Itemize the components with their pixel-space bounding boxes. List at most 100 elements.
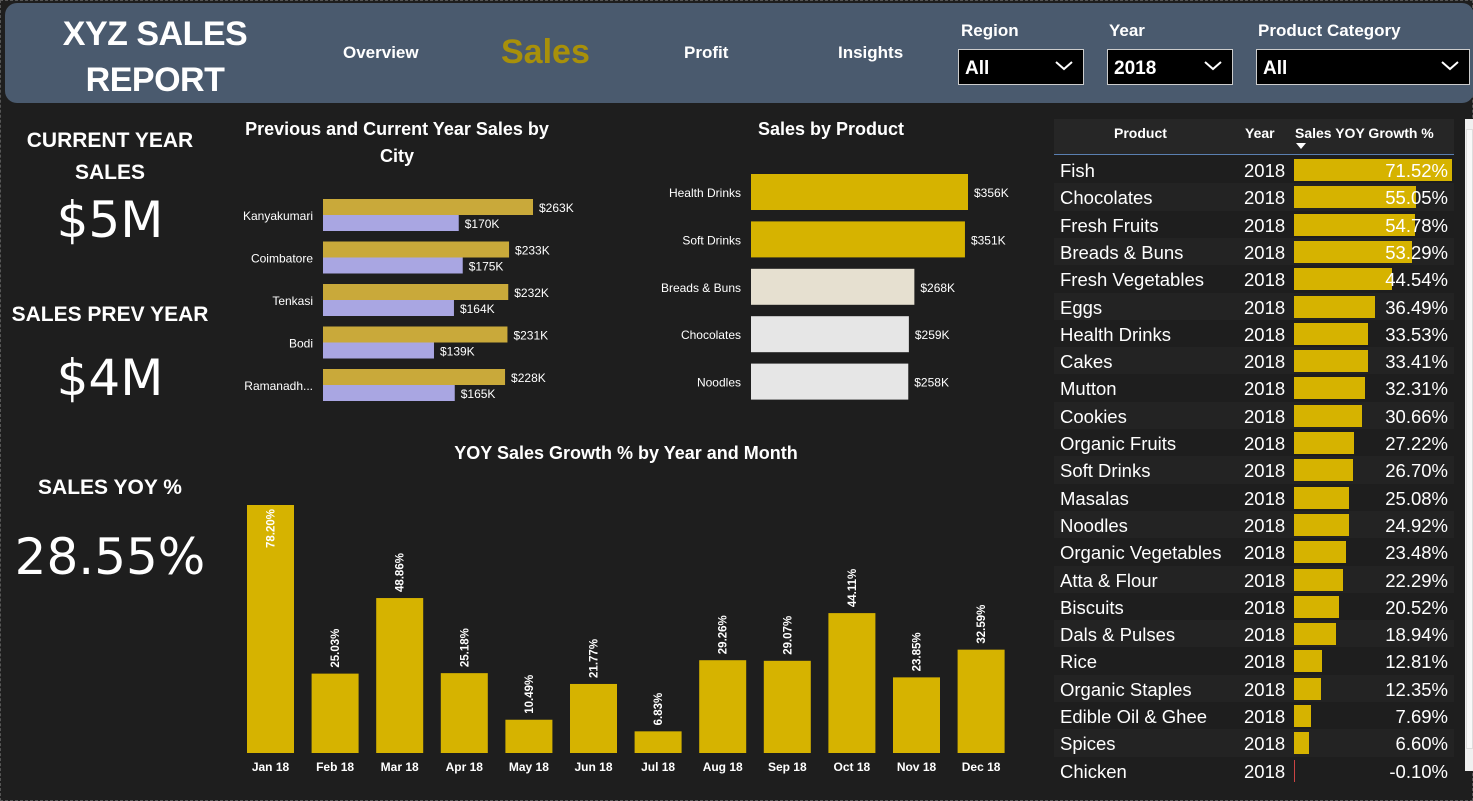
table-row[interactable]: Rice 2018 12.81%	[1054, 647, 1454, 674]
city-label: Bodi	[289, 337, 313, 351]
table-row[interactable]: Mutton 2018 32.31%	[1054, 374, 1454, 401]
city-current-bar	[323, 241, 510, 258]
product-cell: Chocolates	[1060, 187, 1153, 209]
table-row[interactable]: Chocolates 2018 55.05%	[1054, 183, 1454, 211]
month-data-label: 23.85%	[912, 632, 924, 671]
region-dropdown[interactable]: All	[958, 49, 1084, 85]
growth-cell: 24.92%	[1385, 514, 1448, 536]
header-bar: XYZ SALES REPORT Overview Sales Profit I…	[5, 3, 1473, 103]
table-row[interactable]: Breads & Buns 2018 53.29%	[1054, 237, 1454, 266]
current-year-sales-label-line2: SALES	[74, 161, 145, 184]
table-row[interactable]: Fresh Vegetables 2018 44.54%	[1054, 265, 1454, 292]
growth-cell: 22.29%	[1385, 569, 1448, 591]
city-label: Coimbatore	[251, 252, 313, 266]
table-row[interactable]: Fish 2018 71.52%	[1054, 156, 1454, 183]
table-scrollbar[interactable]	[1465, 119, 1473, 771]
growth-data-bar	[1294, 541, 1346, 564]
city-prev-bar	[323, 342, 434, 359]
sort-desc-icon[interactable]	[1296, 143, 1306, 150]
city-chart-title-line2: City	[379, 146, 414, 166]
table-row[interactable]: Atta & Flour 2018 22.29%	[1054, 565, 1454, 593]
month-tick-label: Apr 18	[446, 760, 484, 774]
chevron-down-icon	[1055, 61, 1073, 71]
month-bar	[763, 660, 811, 753]
table-row[interactable]: Eggs 2018 36.49%	[1054, 292, 1454, 320]
product-growth-table: Product Year Sales YOY Growth % Fish 2018…	[1054, 119, 1454, 783]
growth-data-bar	[1294, 759, 1295, 782]
table-row[interactable]: Spices 2018 6.60%	[1054, 729, 1454, 757]
table-row[interactable]: Biscuits 2018 20.52%	[1054, 593, 1454, 620]
growth-data-bar	[1294, 732, 1309, 755]
nav-overview[interactable]: Overview	[343, 43, 419, 63]
product-cell: Edible Oil & Ghee	[1060, 706, 1208, 727]
table-row[interactable]: Noodles 2018 24.92%	[1054, 510, 1454, 539]
month-tick-label: Dec 18	[962, 760, 1001, 774]
city-prev-data-label: $170K	[465, 217, 500, 231]
product-cell: Fish	[1060, 160, 1095, 181]
table-row[interactable]: Edible Oil & Ghee 2018 7.69%	[1054, 702, 1454, 729]
year-cell: 2018	[1244, 569, 1286, 591]
current-year-sales-label: CURRENT YEAR SALES	[5, 125, 215, 189]
product-bar	[751, 363, 909, 400]
year-filter-label: Year	[1109, 21, 1145, 40]
scrollbar-thumb[interactable]	[1466, 129, 1473, 749]
sales-yoy-label: SALES YOY %	[38, 476, 182, 499]
table-row[interactable]: Organic Fruits 2018 27.22%	[1054, 429, 1454, 456]
city-prev-data-label: $164K	[460, 302, 495, 316]
product-label: Noodles	[697, 376, 741, 390]
city-sales-chart-title: Previous and Current Year Sales by City	[227, 116, 567, 170]
table-row[interactable]: Soft Drinks 2018 26.70%	[1054, 456, 1454, 484]
report-title-line2: REPORT	[85, 61, 225, 99]
product-sales-chart: Health Drinks $356K Soft Drinks $351K Breads…	[661, 174, 1009, 400]
table-row[interactable]: Organic Staples 2018 12.35%	[1054, 674, 1454, 702]
city-current-bar	[323, 284, 509, 300]
col-growth-header[interactable]: Sales YOY Growth %	[1295, 125, 1434, 141]
month-data-label: 29.26%	[718, 615, 730, 654]
city-current-bar	[323, 326, 508, 343]
growth-data-bar	[1294, 350, 1368, 373]
growth-data-bar	[1294, 295, 1375, 318]
year-cell: 2018	[1244, 706, 1286, 727]
col-product-header[interactable]: Product	[1114, 125, 1167, 141]
month-bar	[699, 660, 747, 753]
city-label: Ramanadh...	[244, 379, 313, 393]
growth-data-bar	[1294, 486, 1350, 509]
report-title: XYZ SALES REPORT	[35, 11, 275, 103]
month-data-label: 25.18%	[459, 628, 471, 667]
year-dropdown[interactable]: 2018	[1107, 49, 1233, 85]
growth-cell: 30.66%	[1385, 405, 1448, 427]
product-cell: Atta & Flour	[1060, 569, 1158, 591]
growth-cell: 20.52%	[1385, 596, 1448, 618]
growth-cell: 54.78%	[1385, 214, 1448, 236]
current-year-sales-label-line1: CURRENT YEAR	[26, 129, 194, 152]
table-row[interactable]: Chicken 2018 -0.10%	[1054, 757, 1454, 783]
region-filter-label: Region	[961, 21, 1019, 40]
table-row[interactable]: Cakes 2018 33.41%	[1054, 347, 1454, 375]
growth-data-bar	[1294, 677, 1322, 700]
year-cell: 2018	[1244, 214, 1286, 236]
category-dropdown-value: All	[1263, 58, 1288, 79]
month-tick-label: Jan 18	[252, 760, 290, 774]
table-row[interactable]: Cookies 2018 30.66%	[1054, 401, 1454, 429]
report-canvas: XYZ SALES REPORT Overview Sales Profit I…	[0, 0, 1473, 801]
table-row[interactable]: Health Drinks 2018 33.53%	[1054, 320, 1454, 347]
table-row[interactable]: Fresh Fruits 2018 54.78%	[1054, 211, 1454, 238]
nav-sales[interactable]: Sales	[501, 33, 590, 72]
year-cell: 2018	[1244, 351, 1286, 373]
product-bar	[751, 221, 965, 258]
table-row[interactable]: Masalas 2018 25.08%	[1054, 484, 1454, 511]
product-cell: Fresh Fruits	[1060, 214, 1159, 236]
table-row[interactable]: Organic Vegetables 2018 23.48%	[1054, 538, 1454, 565]
nav-insights[interactable]: Insights	[838, 43, 903, 63]
nav-profit[interactable]: Profit	[684, 43, 728, 63]
month-tick-label: Sep 18	[768, 760, 807, 774]
product-cell: Soft Drinks	[1060, 460, 1151, 482]
growth-data-bar	[1294, 705, 1311, 727]
month-tick-label: Jul 18	[641, 760, 675, 774]
table-row[interactable]: Dals & Pulses 2018 18.94%	[1054, 620, 1454, 648]
col-year-header[interactable]: Year	[1245, 125, 1275, 141]
category-dropdown[interactable]: All	[1256, 49, 1470, 85]
month-tick-label: Jun 18	[574, 760, 612, 774]
product-label: Soft Drinks	[682, 233, 741, 247]
growth-cell: 27.22%	[1385, 433, 1448, 454]
